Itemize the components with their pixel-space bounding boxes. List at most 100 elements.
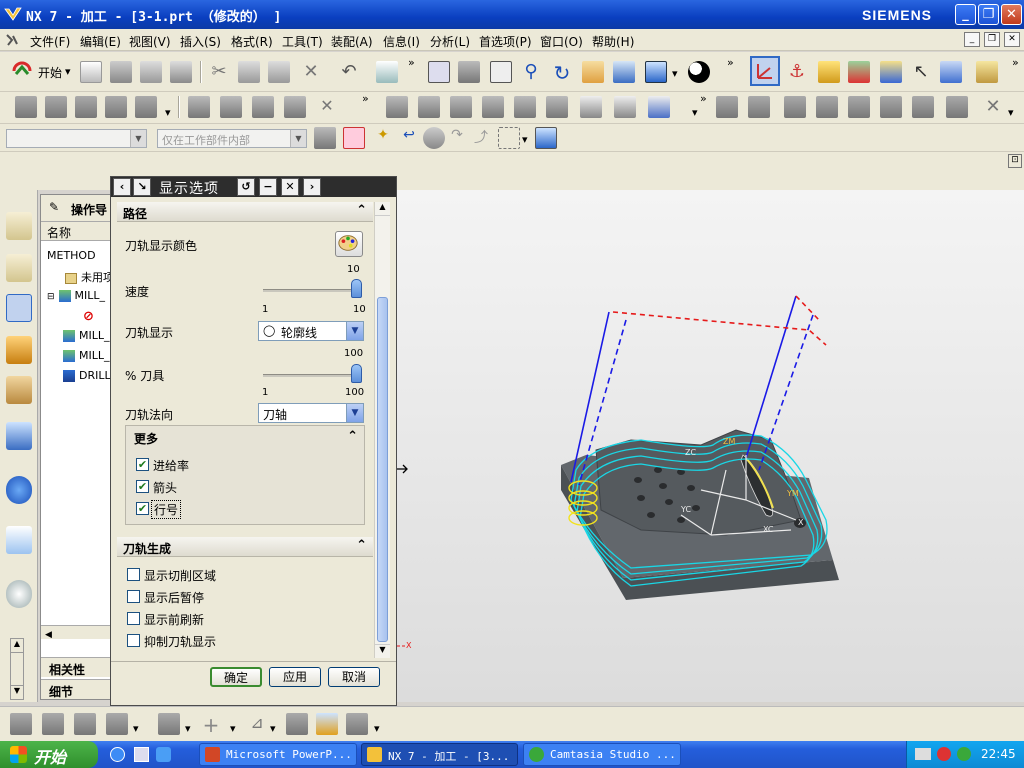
toolbar-overflow-icon[interactable]: » bbox=[727, 56, 734, 69]
collapse-up-icon[interactable]: ⌃ bbox=[356, 203, 367, 218]
graphics-viewport[interactable]: ZM YM XC X YC ZC X bbox=[396, 190, 1024, 702]
dialog-scrollbar[interactable]: ▲ ▼ bbox=[374, 202, 390, 658]
menu-view[interactable]: 视图(V) bbox=[129, 33, 171, 50]
keyboard-icon[interactable] bbox=[915, 748, 931, 760]
tool-slider-track[interactable] bbox=[263, 374, 357, 377]
apply-button[interactable]: 应用 bbox=[269, 667, 321, 687]
part-navigator-icon[interactable] bbox=[6, 254, 32, 282]
generate-toolpath-icon[interactable] bbox=[386, 96, 408, 118]
toolpath-display-select[interactable]: ◯ 轮廓线 ▼ bbox=[258, 321, 364, 341]
pointer-icon[interactable]: ↖ bbox=[910, 61, 932, 83]
edit-object-icon[interactable] bbox=[716, 96, 738, 118]
start-button[interactable]: 开始 bbox=[0, 741, 98, 768]
list-toolpath-icon[interactable] bbox=[450, 96, 472, 118]
machine-navigator-icon[interactable] bbox=[6, 336, 32, 364]
show-cut-region-checkbox[interactable] bbox=[127, 568, 140, 581]
speed-slider-track[interactable] bbox=[263, 289, 357, 292]
general-selection-icon[interactable] bbox=[314, 127, 336, 149]
dialog-pin-icon[interactable]: ↘ bbox=[133, 178, 151, 196]
machine-tool-view-icon[interactable] bbox=[220, 96, 242, 118]
menu-preferences[interactable]: 首选项(P) bbox=[479, 33, 532, 50]
list-item[interactable]: ⊘ bbox=[83, 309, 94, 324]
list-item[interactable]: MILL_ bbox=[63, 349, 110, 362]
toolbar-pin-icon[interactable]: ⊡ bbox=[1008, 154, 1022, 168]
curve-rule-icon[interactable]: ↷ bbox=[446, 127, 468, 149]
tool-icon[interactable] bbox=[818, 61, 840, 83]
toolbar-overflow-icon[interactable]: » bbox=[1012, 56, 1019, 69]
create-program-icon[interactable] bbox=[15, 96, 37, 118]
open-icon[interactable] bbox=[110, 61, 132, 83]
taskbar-item-nx[interactable]: NX 7 - 加工 - [3... bbox=[361, 743, 518, 766]
paste-object-icon[interactable] bbox=[816, 96, 838, 118]
measure-icon[interactable] bbox=[976, 61, 998, 83]
datum-dropdown-icon[interactable]: ▾ bbox=[270, 722, 276, 735]
output-cls-icon[interactable] bbox=[648, 96, 670, 118]
zoom-icon[interactable] bbox=[490, 61, 512, 83]
pan-icon[interactable] bbox=[582, 61, 604, 83]
cut-object-icon[interactable] bbox=[748, 96, 770, 118]
blank-dropdown-icon[interactable]: ▾ bbox=[374, 722, 380, 735]
assembly-navigator-icon[interactable] bbox=[6, 212, 32, 240]
list-item[interactable]: MILL_ bbox=[63, 329, 110, 342]
refresh-before-display-checkbox[interactable] bbox=[127, 612, 140, 625]
taskbar-item-powerpoint[interactable]: Microsoft PowerP... bbox=[199, 743, 357, 766]
list-item[interactable]: METHOD bbox=[47, 249, 96, 262]
verify-icon[interactable] bbox=[880, 61, 902, 83]
selection-scope-combo[interactable]: 仅在工作部件内部 ▼ bbox=[157, 129, 307, 148]
object-delete-icon[interactable]: ✕ bbox=[316, 96, 338, 118]
doc-minimize-button[interactable]: _ bbox=[964, 32, 980, 47]
rotate-icon[interactable]: ↻ bbox=[551, 61, 573, 85]
hd3d-tools-icon[interactable] bbox=[6, 422, 32, 450]
system-materials-icon[interactable] bbox=[6, 580, 32, 608]
resource-scrollbar[interactable]: ▲ ▼ bbox=[10, 638, 24, 700]
create-program-icon[interactable] bbox=[10, 713, 32, 735]
list-item[interactable]: ⊟ MILL_ bbox=[47, 289, 105, 302]
pin-icon[interactable]: ✎ bbox=[49, 200, 59, 214]
geometry-view-icon[interactable] bbox=[252, 96, 274, 118]
doc-close-button[interactable]: ✕ bbox=[1004, 32, 1020, 47]
object-dropdown-icon[interactable]: ▾ bbox=[1008, 106, 1014, 119]
expand-right-icon[interactable]: › bbox=[303, 178, 321, 196]
type-filter-combo[interactable]: ▼ bbox=[6, 129, 147, 148]
edge-icon[interactable]: ⤴ bbox=[470, 127, 492, 149]
feature-dropdown-icon[interactable]: ▾ bbox=[185, 722, 191, 735]
pause-after-display-checkbox[interactable] bbox=[127, 590, 140, 603]
menu-window[interactable]: 窗口(O) bbox=[540, 33, 583, 50]
more-group-header[interactable]: 更多 ⌃ bbox=[126, 426, 364, 448]
path-group-header[interactable]: 路径 ⌃ bbox=[117, 202, 373, 222]
dialog-minimize-icon[interactable]: − bbox=[259, 178, 277, 196]
operation-navigator-icon[interactable] bbox=[6, 294, 32, 322]
program-order-view-icon[interactable] bbox=[188, 96, 210, 118]
create-tool-icon[interactable] bbox=[42, 713, 64, 735]
menu-insert[interactable]: 插入(S) bbox=[180, 33, 221, 50]
simulate-icon[interactable] bbox=[514, 96, 536, 118]
toolpath-normal-select[interactable]: 刀轴 ▼ bbox=[258, 403, 364, 423]
dialog-scroll-thumb[interactable] bbox=[377, 297, 388, 642]
cut-icon[interactable]: ✂ bbox=[208, 61, 230, 83]
line-numbers-checkbox[interactable]: ✔ bbox=[136, 502, 149, 515]
color-palette-button[interactable] bbox=[335, 231, 363, 257]
fit-icon[interactable] bbox=[428, 61, 450, 83]
menu-help[interactable]: 帮助(H) bbox=[592, 33, 634, 50]
toolbar-overflow-icon[interactable]: » bbox=[408, 56, 415, 69]
collapse-left-icon[interactable]: ‹ bbox=[113, 178, 131, 196]
taskbar-item-camtasia[interactable]: Camtasia Studio ... bbox=[523, 743, 681, 766]
method-view-icon[interactable] bbox=[284, 96, 306, 118]
doc-restore-button[interactable]: ❐ bbox=[984, 32, 1000, 47]
menu-file[interactable]: 文件(F) bbox=[30, 33, 70, 50]
new-icon[interactable] bbox=[80, 61, 102, 83]
create-method-icon[interactable] bbox=[105, 96, 127, 118]
toolbar-overflow-icon[interactable]: » bbox=[362, 92, 369, 105]
generate-icon[interactable] bbox=[848, 61, 870, 83]
menu-assembly[interactable]: 装配(A) bbox=[331, 33, 373, 50]
create-geometry-icon[interactable] bbox=[75, 96, 97, 118]
start-dropdown-icon[interactable]: ▾ bbox=[65, 65, 71, 78]
restore-button[interactable]: ❐ bbox=[978, 4, 999, 25]
transform-icon[interactable] bbox=[848, 96, 870, 118]
info-object-icon[interactable] bbox=[946, 96, 968, 118]
feedrate-checkbox[interactable]: ✔ bbox=[136, 458, 149, 471]
menu-tools[interactable]: 工具(T) bbox=[282, 33, 323, 50]
toolbar-overflow-icon[interactable]: » bbox=[700, 92, 707, 105]
reset-icon[interactable]: ↺ bbox=[237, 178, 255, 196]
selection-icon[interactable] bbox=[376, 61, 398, 83]
